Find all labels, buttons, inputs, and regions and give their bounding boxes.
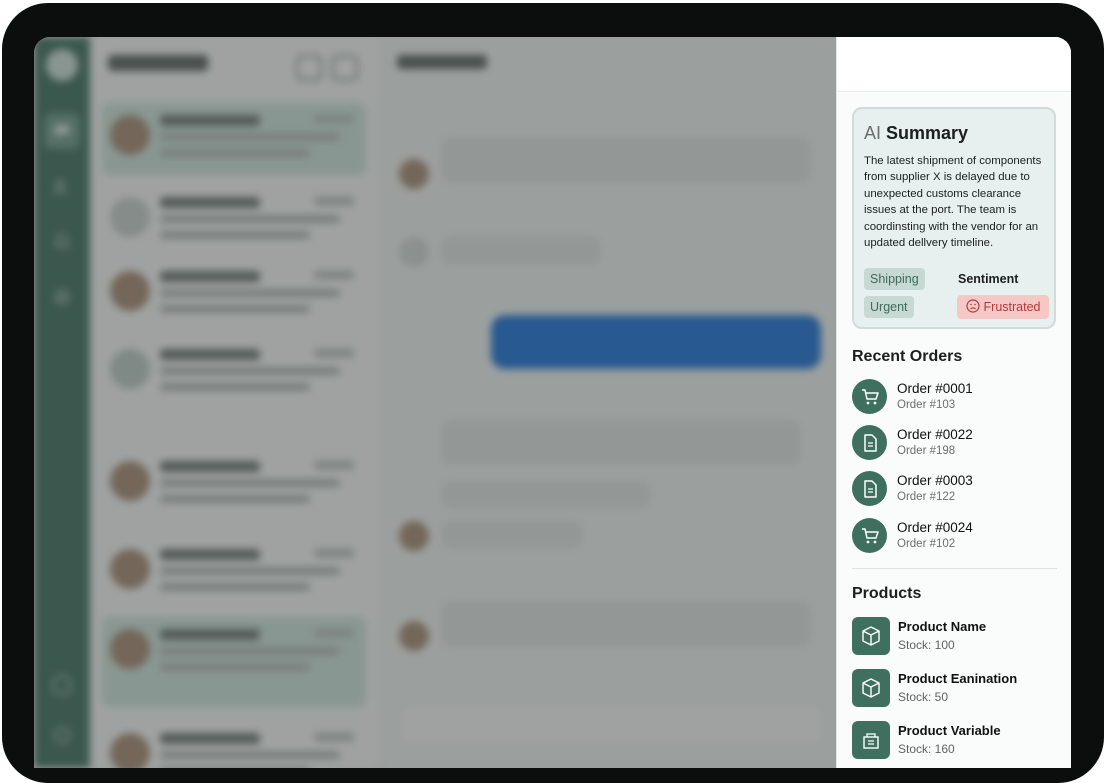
order-item[interactable]: Order #0001 Order #103	[852, 377, 1062, 417]
box-icon	[852, 669, 890, 707]
device-screen: AI Summary The latest shipment of compon…	[34, 37, 1071, 768]
order-item[interactable]: Order #0003 Order #122	[852, 469, 1062, 509]
dim-overlay	[34, 37, 836, 768]
product-stock: Stock: 160	[898, 742, 955, 756]
details-panel: AI Summary The latest shipment of compon…	[836, 37, 1071, 768]
product-stock: Stock: 100	[898, 638, 955, 652]
product-name: Product Name	[898, 619, 987, 634]
order-sub: Order #103	[897, 399, 956, 411]
box-icon	[852, 617, 890, 655]
order-item[interactable]: Order #0022 Order #198	[852, 423, 1062, 463]
sentiment-label: Sentiment	[958, 272, 1019, 286]
product-item[interactable]: Product Name Stock: 100	[852, 615, 1067, 659]
summary-title: AI Summary	[864, 123, 968, 144]
section-divider	[852, 568, 1057, 569]
product-name: Product Variable	[898, 723, 1001, 738]
sentiment-value: Frustrated	[983, 300, 1041, 314]
products-title: Products	[852, 585, 922, 602]
tag-shipping: Shipping	[864, 268, 925, 290]
order-number: Order #0001	[897, 381, 973, 396]
cart-icon	[852, 518, 887, 553]
order-item[interactable]: Order #0024 Order #102	[852, 516, 1062, 556]
order-sub: Order #102	[897, 538, 956, 550]
ai-summary-card: AI Summary The latest shipment of compon…	[852, 107, 1056, 329]
order-number: Order #0003	[897, 473, 973, 488]
panel-topbar	[837, 37, 1071, 92]
cart-icon	[852, 379, 887, 414]
order-sub: Order #122	[897, 491, 956, 503]
summary-title-word: Summary	[886, 123, 969, 143]
document-icon	[852, 425, 887, 460]
ai-label: AI	[864, 123, 882, 143]
recent-orders-title: Recent Orders	[852, 348, 963, 365]
order-number: Order #0024	[897, 520, 973, 535]
order-number: Order #0022	[897, 427, 973, 442]
frown-face-icon	[965, 298, 980, 316]
summary-text: The latest shipment of components from s…	[864, 155, 1042, 250]
product-item[interactable]: Product Eanination Stock: 50	[852, 667, 1067, 711]
product-name: Product Eanination	[898, 671, 1018, 686]
product-stock: Stock: 50	[898, 690, 949, 704]
document-icon	[852, 471, 887, 506]
tag-urgent: Urgent	[864, 296, 914, 318]
sentiment-badge: Frustrated	[957, 295, 1049, 319]
order-sub: Order #198	[897, 445, 956, 457]
package-icon	[852, 721, 890, 759]
product-item[interactable]: Product Variable Stock: 160	[852, 719, 1067, 763]
